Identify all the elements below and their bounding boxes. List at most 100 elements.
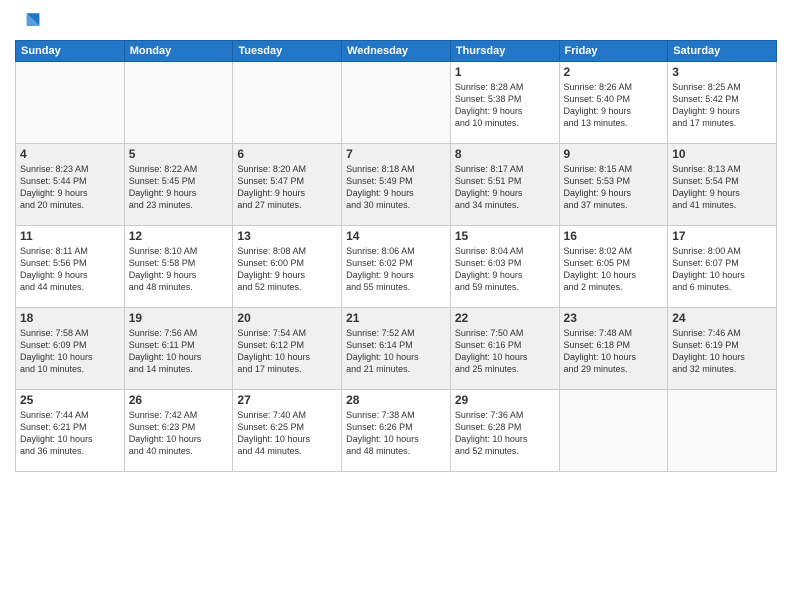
calendar-cell: 11 Sunrise: 8:11 AM Sunset: 5:56 PM Dayli…	[16, 226, 125, 308]
day-number: 11	[20, 229, 120, 243]
logo	[15, 10, 41, 34]
day-number: 10	[672, 147, 772, 161]
calendar-week-row: 11 Sunrise: 8:11 AM Sunset: 5:56 PM Dayli…	[16, 226, 777, 308]
day-info: Sunrise: 8:02 AM Sunset: 6:05 PM Dayligh…	[564, 245, 664, 294]
day-info: Sunrise: 7:44 AM Sunset: 6:21 PM Dayligh…	[20, 409, 120, 458]
day-number: 27	[237, 393, 337, 407]
calendar-cell	[559, 390, 668, 472]
day-number: 5	[129, 147, 229, 161]
day-number: 6	[237, 147, 337, 161]
day-number: 16	[564, 229, 664, 243]
calendar-cell: 5 Sunrise: 8:22 AM Sunset: 5:45 PM Daylig…	[124, 144, 233, 226]
calendar-week-row: 25 Sunrise: 7:44 AM Sunset: 6:21 PM Dayli…	[16, 390, 777, 472]
calendar-cell: 17 Sunrise: 8:00 AM Sunset: 6:07 PM Dayli…	[668, 226, 777, 308]
calendar-cell: 26Sunrise: 7:42 AM Sunset: 6:23 PM Dayli…	[124, 390, 233, 472]
day-info: Sunrise: 8:18 AM Sunset: 5:49 PM Dayligh…	[346, 163, 446, 212]
weekday-header: Friday	[559, 41, 668, 62]
day-info: Sunrise: 8:15 AM Sunset: 5:53 PM Dayligh…	[564, 163, 664, 212]
weekday-header: Sunday	[16, 41, 125, 62]
day-info: Sunrise: 8:11 AM Sunset: 5:56 PM Dayligh…	[20, 245, 120, 294]
day-info: Sunrise: 7:40 AM Sunset: 6:25 PM Dayligh…	[237, 409, 337, 458]
calendar-cell: 7 Sunrise: 8:18 AM Sunset: 5:49 PM Daylig…	[342, 144, 451, 226]
calendar-cell: 3Sunrise: 8:25 AM Sunset: 5:42 PM Daylig…	[668, 62, 777, 144]
calendar-cell: 21 Sunrise: 7:52 AM Sunset: 6:14 PM Dayli…	[342, 308, 451, 390]
weekday-header: Wednesday	[342, 41, 451, 62]
calendar-cell: 12 Sunrise: 8:10 AM Sunset: 5:58 PM Dayli…	[124, 226, 233, 308]
calendar-cell: 29Sunrise: 7:36 AM Sunset: 6:28 PM Dayli…	[450, 390, 559, 472]
day-info: Sunrise: 8:25 AM Sunset: 5:42 PM Dayligh…	[672, 81, 772, 130]
calendar-cell: 28 Sunrise: 7:38 AM Sunset: 6:26 PM Dayli…	[342, 390, 451, 472]
day-info: Sunrise: 8:22 AM Sunset: 5:45 PM Dayligh…	[129, 163, 229, 212]
calendar-cell: 9 Sunrise: 8:15 AM Sunset: 5:53 PM Daylig…	[559, 144, 668, 226]
calendar-cell	[124, 62, 233, 144]
calendar-cell: 16 Sunrise: 8:02 AM Sunset: 6:05 PM Dayli…	[559, 226, 668, 308]
day-number: 21	[346, 311, 446, 325]
day-number: 23	[564, 311, 664, 325]
day-info: Sunrise: 8:04 AM Sunset: 6:03 PM Dayligh…	[455, 245, 555, 294]
calendar-cell	[342, 62, 451, 144]
calendar-cell: 2 Sunrise: 8:26 AM Sunset: 5:40 PM Daylig…	[559, 62, 668, 144]
day-number: 17	[672, 229, 772, 243]
calendar-cell: 10 Sunrise: 8:13 AM Sunset: 5:54 PM Dayli…	[668, 144, 777, 226]
calendar-cell: 14 Sunrise: 8:06 AM Sunset: 6:02 PM Dayli…	[342, 226, 451, 308]
day-number: 4	[20, 147, 120, 161]
calendar-cell: 19Sunrise: 7:56 AM Sunset: 6:11 PM Dayli…	[124, 308, 233, 390]
day-number: 1	[455, 65, 555, 79]
day-info: Sunrise: 8:13 AM Sunset: 5:54 PM Dayligh…	[672, 163, 772, 212]
calendar-cell: 4 Sunrise: 8:23 AM Sunset: 5:44 PM Daylig…	[16, 144, 125, 226]
calendar-cell: 13 Sunrise: 8:08 AM Sunset: 6:00 PM Dayli…	[233, 226, 342, 308]
day-number: 15	[455, 229, 555, 243]
day-info: Sunrise: 7:36 AM Sunset: 6:28 PM Dayligh…	[455, 409, 555, 458]
day-info: Sunrise: 8:26 AM Sunset: 5:40 PM Dayligh…	[564, 81, 664, 130]
day-number: 2	[564, 65, 664, 79]
calendar-cell: 22 Sunrise: 7:50 AM Sunset: 6:16 PM Dayli…	[450, 308, 559, 390]
calendar-cell: 1Sunrise: 8:28 AM Sunset: 5:38 PM Daylig…	[450, 62, 559, 144]
day-number: 24	[672, 311, 772, 325]
day-number: 7	[346, 147, 446, 161]
page: SundayMondayTuesdayWednesdayThursdayFrid…	[0, 0, 792, 612]
calendar-cell: 23 Sunrise: 7:48 AM Sunset: 6:18 PM Dayli…	[559, 308, 668, 390]
calendar-cell	[668, 390, 777, 472]
day-number: 20	[237, 311, 337, 325]
day-number: 28	[346, 393, 446, 407]
day-info: Sunrise: 7:50 AM Sunset: 6:16 PM Dayligh…	[455, 327, 555, 376]
day-info: Sunrise: 7:54 AM Sunset: 6:12 PM Dayligh…	[237, 327, 337, 376]
day-info: Sunrise: 8:23 AM Sunset: 5:44 PM Dayligh…	[20, 163, 120, 212]
weekday-header: Tuesday	[233, 41, 342, 62]
calendar-cell: 24 Sunrise: 7:46 AM Sunset: 6:19 PM Dayli…	[668, 308, 777, 390]
calendar-cell: 8Sunrise: 8:17 AM Sunset: 5:51 PM Daylig…	[450, 144, 559, 226]
weekday-header: Thursday	[450, 41, 559, 62]
weekday-header: Saturday	[668, 41, 777, 62]
day-number: 25	[20, 393, 120, 407]
day-info: Sunrise: 7:38 AM Sunset: 6:26 PM Dayligh…	[346, 409, 446, 458]
calendar-week-row: 18 Sunrise: 7:58 AM Sunset: 6:09 PM Dayli…	[16, 308, 777, 390]
day-info: Sunrise: 8:08 AM Sunset: 6:00 PM Dayligh…	[237, 245, 337, 294]
calendar: SundayMondayTuesdayWednesdayThursdayFrid…	[15, 40, 777, 472]
day-info: Sunrise: 7:46 AM Sunset: 6:19 PM Dayligh…	[672, 327, 772, 376]
calendar-cell	[233, 62, 342, 144]
logo-icon	[17, 10, 41, 34]
day-info: Sunrise: 7:56 AM Sunset: 6:11 PM Dayligh…	[129, 327, 229, 376]
day-number: 8	[455, 147, 555, 161]
day-number: 14	[346, 229, 446, 243]
calendar-cell: 20 Sunrise: 7:54 AM Sunset: 6:12 PM Dayli…	[233, 308, 342, 390]
day-number: 12	[129, 229, 229, 243]
calendar-cell: 15 Sunrise: 8:04 AM Sunset: 6:03 PM Dayli…	[450, 226, 559, 308]
calendar-week-row: 4 Sunrise: 8:23 AM Sunset: 5:44 PM Daylig…	[16, 144, 777, 226]
day-info: Sunrise: 7:58 AM Sunset: 6:09 PM Dayligh…	[20, 327, 120, 376]
calendar-cell	[16, 62, 125, 144]
day-info: Sunrise: 7:48 AM Sunset: 6:18 PM Dayligh…	[564, 327, 664, 376]
day-info: Sunrise: 7:42 AM Sunset: 6:23 PM Dayligh…	[129, 409, 229, 458]
day-number: 13	[237, 229, 337, 243]
day-info: Sunrise: 8:00 AM Sunset: 6:07 PM Dayligh…	[672, 245, 772, 294]
day-info: Sunrise: 7:52 AM Sunset: 6:14 PM Dayligh…	[346, 327, 446, 376]
calendar-cell: 27 Sunrise: 7:40 AM Sunset: 6:25 PM Dayli…	[233, 390, 342, 472]
day-number: 9	[564, 147, 664, 161]
day-number: 22	[455, 311, 555, 325]
day-info: Sunrise: 8:10 AM Sunset: 5:58 PM Dayligh…	[129, 245, 229, 294]
day-info: Sunrise: 8:06 AM Sunset: 6:02 PM Dayligh…	[346, 245, 446, 294]
calendar-cell: 18 Sunrise: 7:58 AM Sunset: 6:09 PM Dayli…	[16, 308, 125, 390]
calendar-week-row: 1Sunrise: 8:28 AM Sunset: 5:38 PM Daylig…	[16, 62, 777, 144]
weekday-header: Monday	[124, 41, 233, 62]
day-number: 18	[20, 311, 120, 325]
